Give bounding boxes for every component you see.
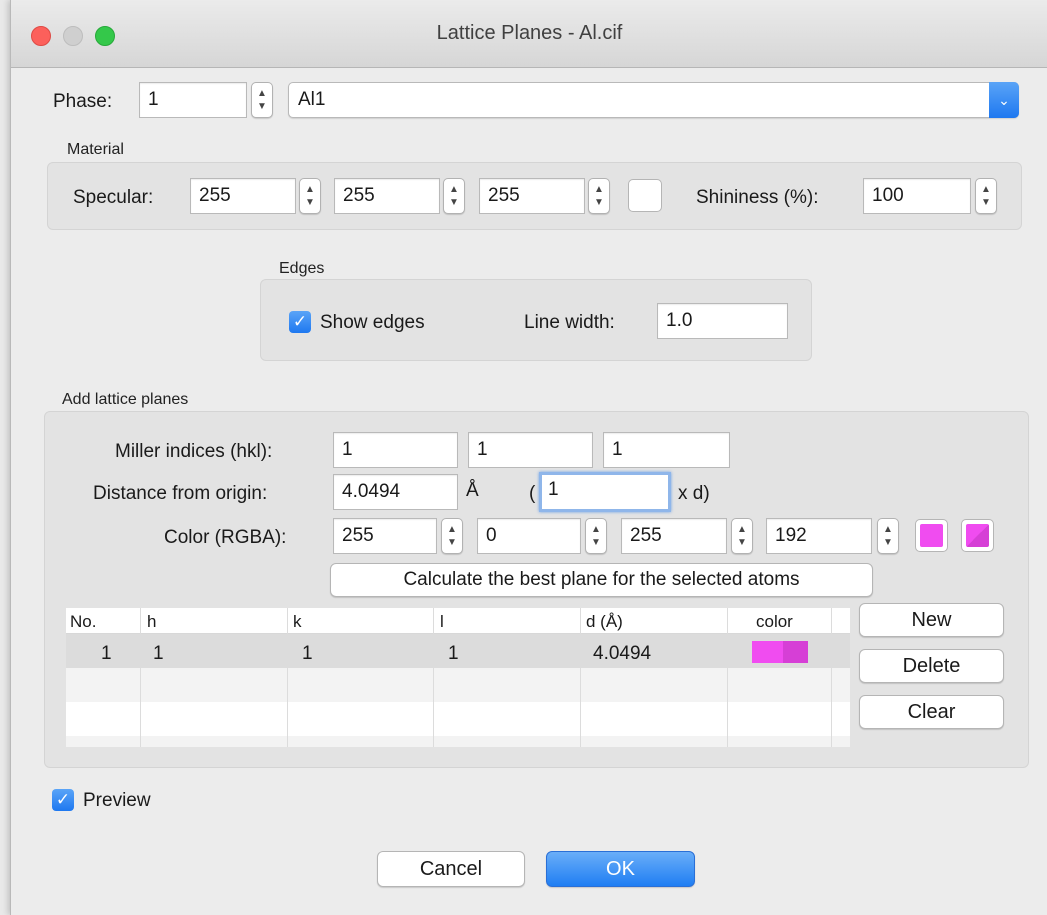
phase-select-value: Al1: [298, 89, 326, 110]
column-divider: [287, 608, 288, 747]
phase-stepper[interactable]: ▲ ▼: [251, 82, 273, 118]
plane-alpha-swatch[interactable]: [961, 519, 994, 552]
clear-button[interactable]: Clear: [859, 695, 1004, 729]
plane-color-swatch[interactable]: [915, 519, 948, 552]
table-empty-row: [66, 736, 850, 747]
shininess-label: Shininess (%):: [696, 187, 819, 208]
specular-b-field[interactable]: 255: [479, 178, 585, 214]
shininess-field[interactable]: 100: [863, 178, 971, 214]
column-divider: [831, 608, 832, 747]
column-divider: [580, 608, 581, 747]
cell-d: 4.0494: [593, 643, 652, 664]
color-g-field[interactable]: 0: [477, 518, 581, 554]
angstrom-unit: Å: [466, 480, 479, 501]
color-b-field[interactable]: 255: [621, 518, 727, 554]
times-d-label: x d): [678, 483, 710, 504]
header-l[interactable]: l: [440, 612, 444, 632]
header-no[interactable]: No.: [70, 612, 96, 632]
line-width-label: Line width:: [524, 312, 615, 333]
cell-color-swatch: [752, 641, 808, 663]
window-title: Lattice Planes - Al.cif: [436, 22, 623, 44]
specular-b-stepper[interactable]: ▲ ▼: [588, 178, 610, 214]
preview-label[interactable]: Preview: [83, 790, 151, 812]
color-rgba-label: Color (RGBA):: [164, 527, 287, 548]
open-paren: (: [529, 483, 536, 504]
table-empty-row: [66, 702, 850, 736]
column-divider: [433, 608, 434, 747]
new-button[interactable]: New: [859, 603, 1004, 637]
header-color[interactable]: color: [756, 612, 793, 632]
specular-r-stepper[interactable]: ▲ ▼: [299, 178, 321, 214]
phase-select[interactable]: Al1 ⌄: [288, 82, 1019, 118]
specular-color-swatch[interactable]: [628, 179, 662, 212]
ok-button[interactable]: OK: [546, 851, 695, 887]
table-empty-row: [66, 668, 850, 702]
cell-k: 1: [302, 643, 313, 664]
header-h[interactable]: h: [147, 612, 156, 632]
multiplier-field[interactable]: 1: [539, 472, 671, 512]
cell-h: 1: [153, 643, 164, 664]
line-width-field[interactable]: 1.0: [657, 303, 788, 339]
chevron-down-icon: ⌄: [989, 82, 1019, 118]
miller-h-field[interactable]: 1: [333, 432, 458, 468]
miller-indices-label: Miller indices (hkl):: [115, 441, 273, 462]
table-header-row: [66, 608, 850, 634]
color-r-field[interactable]: 255: [333, 518, 437, 554]
color-b-stepper[interactable]: ▲ ▼: [731, 518, 753, 554]
phase-label: Phase:: [53, 91, 113, 112]
specular-g-stepper[interactable]: ▲ ▼: [443, 178, 465, 214]
planes-table: No. h k l d (Å) color 1 1 1 1 4.0494: [66, 608, 850, 747]
add-planes-group-title: Add lattice planes: [62, 391, 189, 408]
material-group-title: Material: [67, 141, 124, 158]
specular-label: Specular:: [73, 187, 154, 208]
cell-no: 1: [101, 643, 112, 664]
specular-g-field[interactable]: 255: [334, 178, 440, 214]
lattice-planes-dialog: Lattice Planes - Al.cif Phase: 1 ▲ ▼ Al1 …: [10, 0, 1047, 915]
color-r-stepper[interactable]: ▲ ▼: [441, 518, 463, 554]
color-a-field[interactable]: 192: [766, 518, 872, 554]
cell-l: 1: [448, 643, 459, 664]
color-a-stepper[interactable]: ▲ ▼: [877, 518, 899, 554]
column-divider: [140, 608, 141, 747]
column-divider: [727, 608, 728, 747]
edges-group-title: Edges: [279, 260, 325, 277]
miller-l-field[interactable]: 1: [603, 432, 730, 468]
delete-button[interactable]: Delete: [859, 649, 1004, 683]
distance-field[interactable]: 4.0494: [333, 474, 458, 510]
header-d[interactable]: d (Å): [586, 612, 623, 632]
show-edges-label[interactable]: Show edges: [320, 312, 425, 334]
header-k[interactable]: k: [293, 612, 302, 632]
distance-label: Distance from origin:: [93, 483, 268, 504]
preview-checkbox[interactable]: ✓: [52, 789, 74, 811]
show-edges-checkbox[interactable]: ✓: [289, 311, 311, 333]
calculate-best-plane-button[interactable]: Calculate the best plane for the selecte…: [330, 563, 873, 597]
miller-k-field[interactable]: 1: [468, 432, 593, 468]
title-bar: Lattice Planes - Al.cif: [11, 0, 1047, 68]
cancel-button[interactable]: Cancel: [377, 851, 525, 887]
shininess-stepper[interactable]: ▲ ▼: [975, 178, 997, 214]
phase-number-field[interactable]: 1: [139, 82, 247, 118]
color-g-stepper[interactable]: ▲ ▼: [585, 518, 607, 554]
specular-r-field[interactable]: 255: [190, 178, 296, 214]
